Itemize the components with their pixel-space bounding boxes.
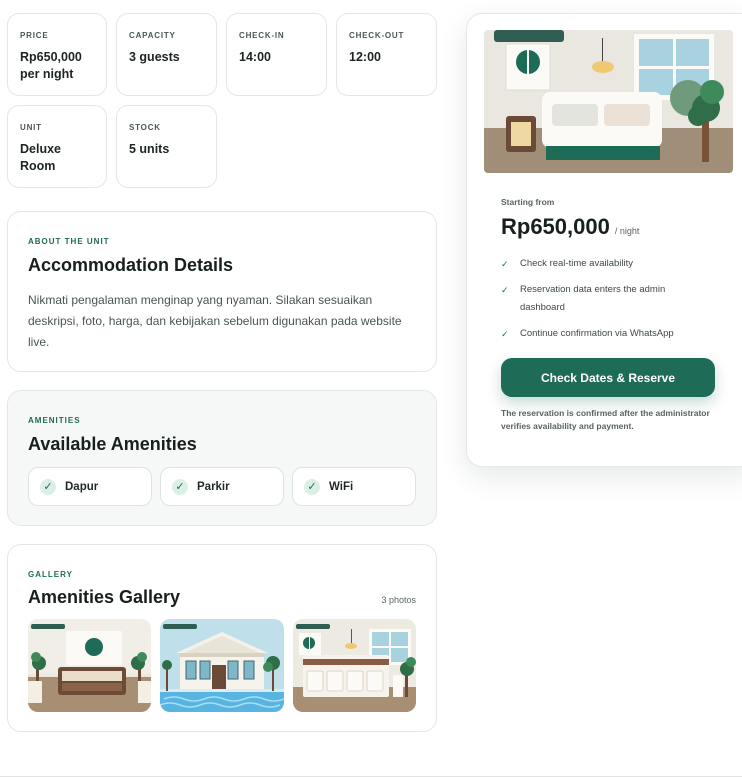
gallery-card: GALLERY Amenities Gallery 3 photos <box>7 544 437 732</box>
about-eyebrow: ABOUT THE UNIT <box>28 237 110 246</box>
stat-price: PRICE Rp650,000 per night <box>7 13 107 96</box>
stat-unit: UNIT Deluxe Room <box>7 105 107 188</box>
feature-item: ✓ Check real-time availability <box>501 255 701 273</box>
feature-label: Reservation data enters the admin dashbo… <box>520 284 666 313</box>
amenity-label: Dapur <box>65 480 99 493</box>
amenity-chip: ✓ Dapur <box>28 467 152 506</box>
stat-value: 5 units <box>129 142 170 156</box>
check-icon: ✓ <box>501 329 509 339</box>
stat-label: PRICE <box>20 31 49 40</box>
stat-label: CAPACITY <box>129 31 176 40</box>
stat-label: CHECK-OUT <box>349 31 405 40</box>
stat-label: STOCK <box>129 123 161 132</box>
amenity-chip: ✓ Parkir <box>160 467 284 506</box>
starting-from-label: Starting from <box>501 197 555 207</box>
feature-label: Check real-time availability <box>520 258 633 269</box>
about-card: ABOUT THE UNIT Accommodation Details Nik… <box>7 211 437 372</box>
price-value: Rp650,000 <box>501 214 610 239</box>
gallery-title: Amenities Gallery <box>28 587 181 607</box>
stat-label: UNIT <box>20 123 42 132</box>
stat-value: 3 guests <box>129 50 180 64</box>
gallery-photo-pool-house[interactable] <box>160 619 284 712</box>
gallery-photo-bedroom[interactable] <box>28 619 152 712</box>
gallery-thumbnails <box>28 619 416 712</box>
about-description: Nikmati pengalaman menginap yang nyaman.… <box>28 293 402 349</box>
stat-value: Rp650,000 per night <box>20 50 82 81</box>
stat-check-in: CHECK-IN 14:00 <box>226 13 327 96</box>
gallery-count: 3 photos <box>381 595 416 605</box>
stat-value: 12:00 <box>349 50 381 64</box>
check-icon: ✓ <box>304 478 320 495</box>
stat-capacity: CAPACITY 3 guests <box>116 13 217 96</box>
check-icon: ✓ <box>172 478 188 495</box>
gallery-photo-room[interactable] <box>292 619 416 712</box>
divider <box>0 776 742 777</box>
stat-label: CHECK-IN <box>239 31 285 40</box>
about-title: Accommodation Details <box>28 255 234 275</box>
amenity-chip: ✓ WiFi <box>292 467 416 506</box>
check-dates-reserve-button[interactable]: Check Dates & Reserve <box>501 358 715 397</box>
stat-value: Deluxe Room <box>20 142 61 173</box>
room-hero-image <box>484 30 733 173</box>
stat-stock: STOCK 5 units <box>116 105 217 188</box>
amenities-eyebrow: AMENITIES <box>28 416 81 425</box>
check-icon: ✓ <box>40 478 56 495</box>
gallery-eyebrow: GALLERY <box>28 570 73 579</box>
stat-check-out: CHECK-OUT 12:00 <box>336 13 437 96</box>
feature-item: ✓ Reservation data enters the admin dash… <box>501 281 696 317</box>
reservation-note: The reservation is confirmed after the a… <box>501 408 710 431</box>
price-per-night: / night <box>614 226 640 236</box>
feature-label: Continue confirmation via WhatsApp <box>520 328 674 339</box>
feature-item: ✓ Continue confirmation via WhatsApp <box>501 325 721 343</box>
booking-card: Starting from Rp650,000 / night ✓ Check … <box>466 13 742 467</box>
amenities-title: Available Amenities <box>28 434 197 454</box>
amenities-card: AMENITIES Available Amenities ✓ Dapur ✓ … <box>7 390 437 526</box>
amenity-label: WiFi <box>329 480 354 493</box>
price-row: Rp650,000 / night <box>501 214 639 240</box>
check-icon: ✓ <box>501 285 509 295</box>
amenity-label: Parkir <box>197 480 230 493</box>
check-icon: ✓ <box>501 259 509 269</box>
stat-value: 14:00 <box>239 50 271 64</box>
amenities-list: ✓ Dapur ✓ Parkir ✓ WiFi <box>28 467 416 506</box>
